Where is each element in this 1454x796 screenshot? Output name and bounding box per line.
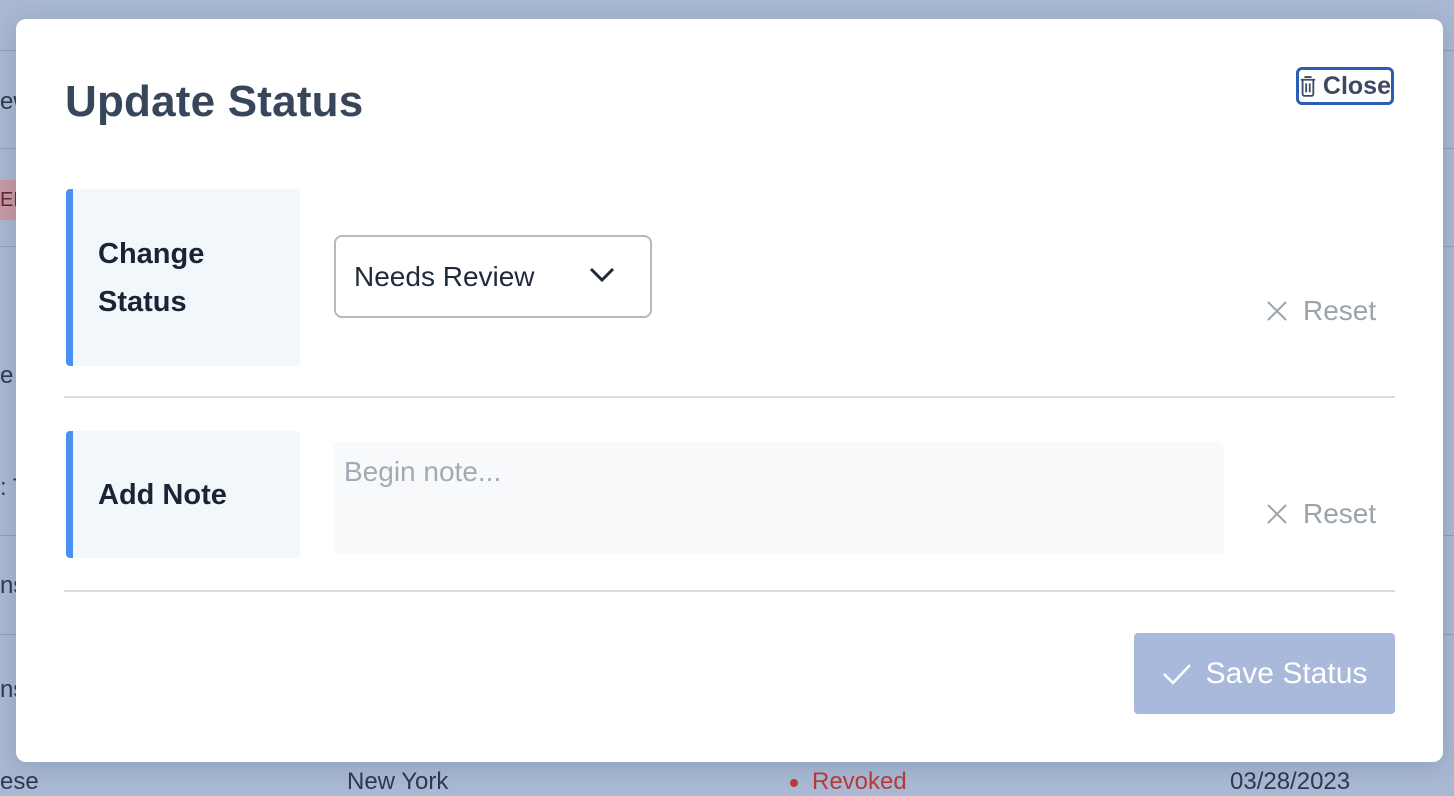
status-select-value: Needs Review bbox=[354, 260, 535, 292]
chevron-down-icon bbox=[589, 267, 615, 283]
table-cell-fragment: ese bbox=[0, 768, 39, 795]
table-cell-status: Revoked bbox=[790, 768, 907, 796]
close-label: Close bbox=[1322, 71, 1391, 100]
table-cell-date: 03/28/2023 bbox=[1230, 768, 1351, 795]
save-status-button[interactable]: Save Status bbox=[1134, 633, 1395, 714]
status-text: Revoked bbox=[812, 768, 907, 795]
note-reset-button[interactable]: Reset bbox=[1265, 494, 1395, 534]
change-status-label-box: Change Status bbox=[66, 189, 300, 366]
add-note-label-box: Add Note bbox=[66, 431, 300, 558]
status-dot-icon bbox=[790, 778, 798, 787]
note-reset-label: Reset bbox=[1303, 498, 1377, 529]
status-reset-label: Reset bbox=[1303, 295, 1377, 326]
add-note-label: Add Note bbox=[98, 478, 227, 511]
note-input[interactable] bbox=[334, 442, 1224, 554]
update-status-modal: Update Status Close Change Status Needs … bbox=[16, 19, 1443, 762]
divider bbox=[64, 590, 1395, 592]
trash-icon bbox=[1300, 76, 1316, 97]
table-cell-location: New York bbox=[347, 768, 449, 795]
change-status-row: Change Status Needs Review Reset bbox=[65, 189, 1395, 366]
save-status-label: Save Status bbox=[1205, 656, 1368, 690]
modal-title: Update Status bbox=[65, 77, 364, 126]
x-icon bbox=[1267, 301, 1287, 321]
status-reset-button[interactable]: Reset bbox=[1265, 291, 1395, 331]
close-button[interactable]: Close bbox=[1296, 67, 1394, 105]
status-select[interactable]: Needs Review bbox=[334, 235, 652, 318]
table-cell-fragment: e bbox=[0, 362, 14, 389]
add-note-row: Add Note Reset bbox=[65, 431, 1395, 558]
status-badge: ED bbox=[0, 180, 16, 220]
change-status-label: Change Status bbox=[98, 237, 205, 318]
divider bbox=[64, 396, 1395, 398]
x-icon bbox=[1267, 504, 1287, 524]
checkmark-icon bbox=[1162, 663, 1191, 685]
